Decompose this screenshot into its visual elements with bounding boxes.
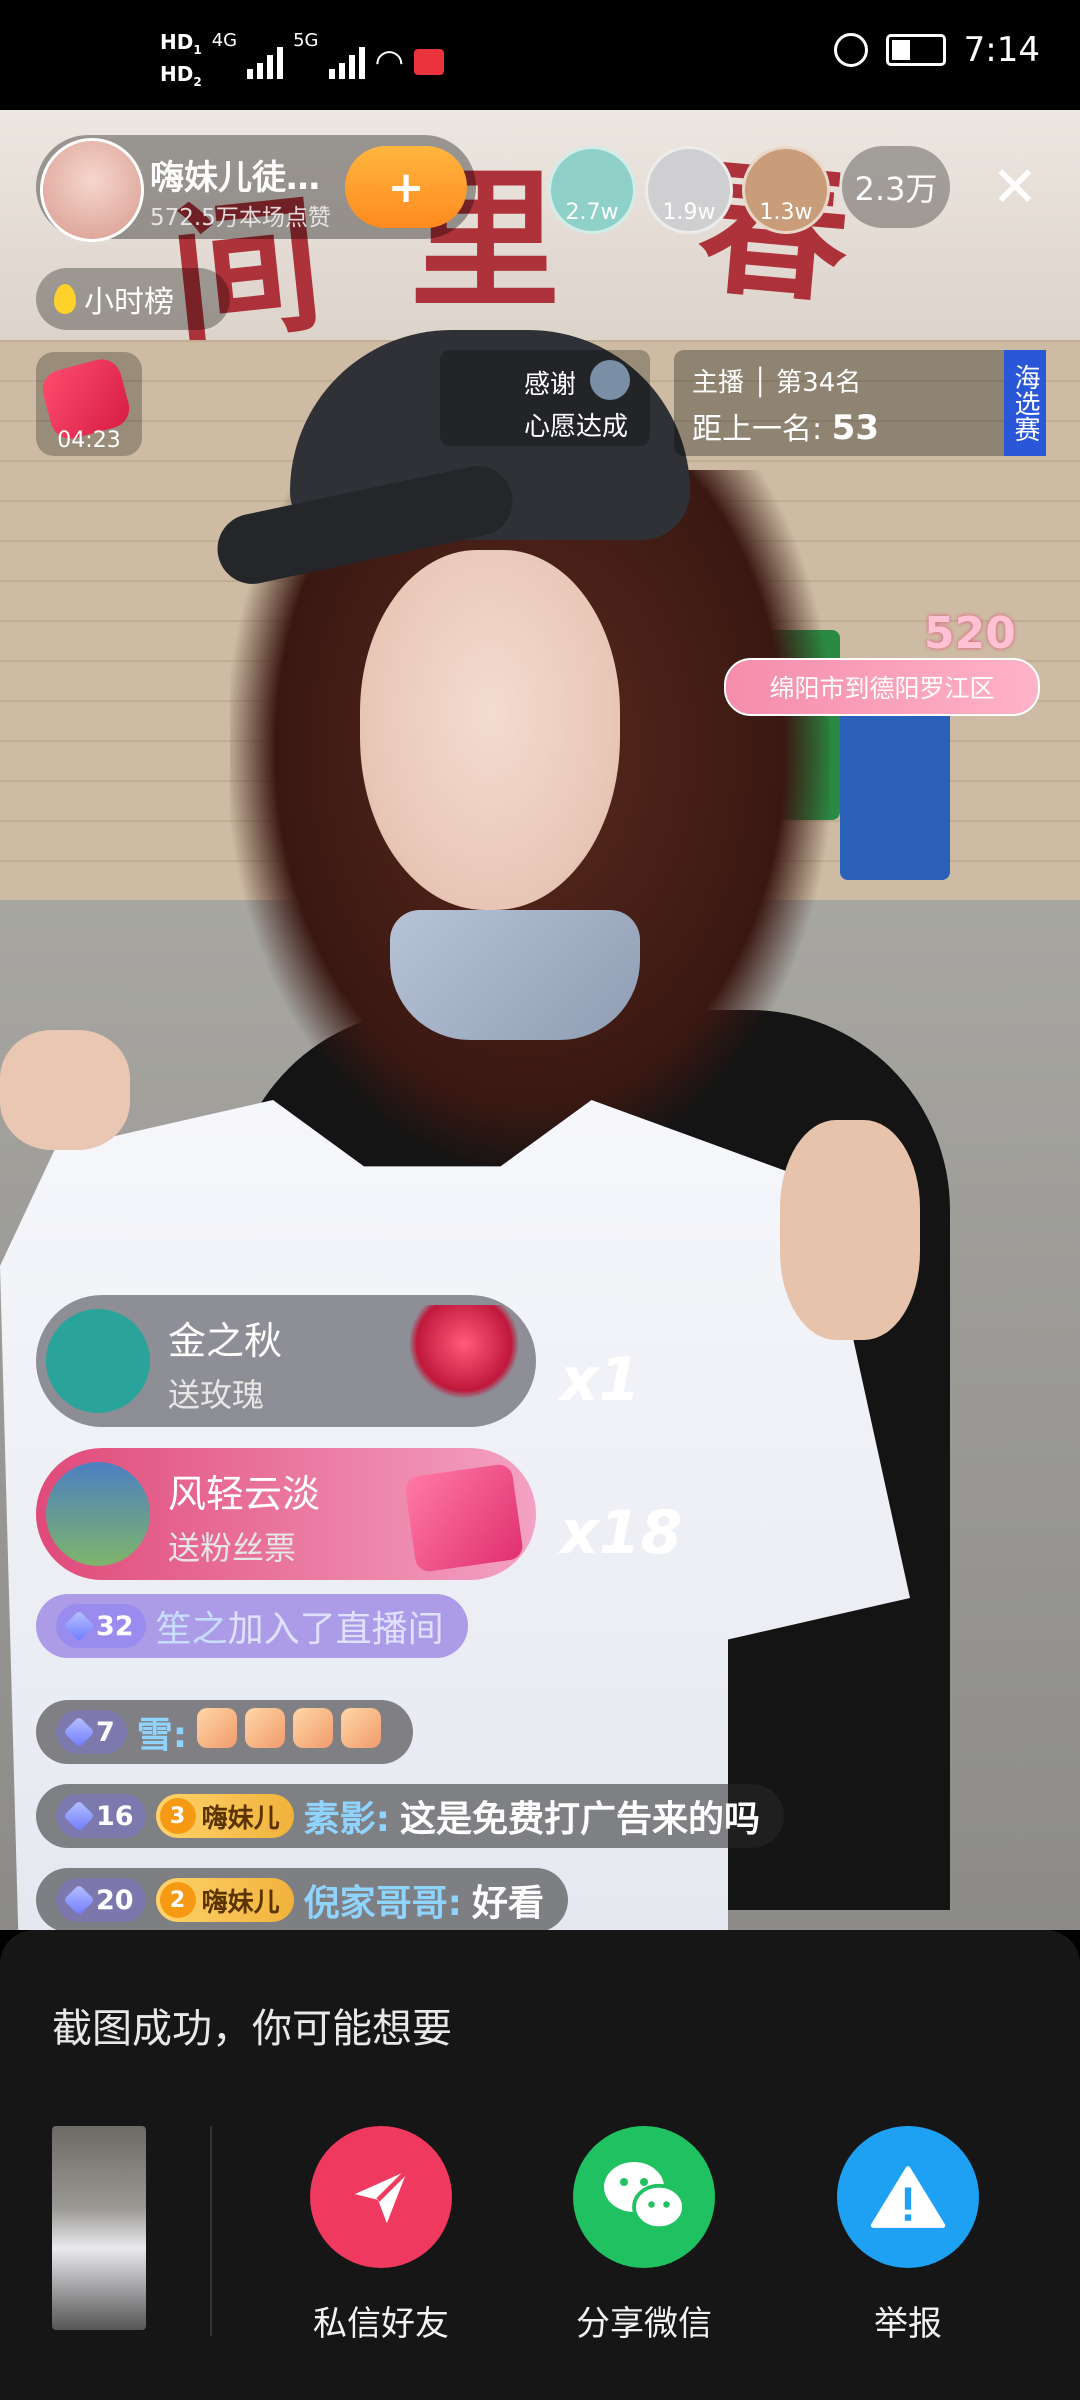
rose-icon: [410, 1305, 518, 1401]
rank-gap: 距上一名: 53: [692, 408, 879, 448]
close-icon[interactable]: ✕: [985, 158, 1045, 218]
heart-plus-icon: +: [387, 161, 425, 213]
person-face: [360, 550, 620, 910]
network-5g-label: 5G: [293, 30, 319, 51]
left-hand: [0, 1030, 130, 1150]
location-tag[interactable]: 绵阳市到德阳罗江区: [724, 658, 1040, 716]
user-level-badge: 7: [56, 1710, 127, 1754]
screenshot-thumbnail[interactable]: [52, 2126, 146, 2330]
fan-club-badge: 3 嗨妹儿: [155, 1794, 294, 1838]
share-wechat-label: 分享微信: [576, 2304, 712, 2344]
gem-icon: [63, 1716, 95, 1748]
status-left: HD1 HD2 4G 5G ◠: [160, 30, 445, 94]
dual-sim-indicator: HD1 HD2: [160, 30, 202, 89]
comment-row: 20 2 嗨妹儿 倪家哥哥: 好看: [36, 1868, 569, 1932]
network-4g-label: 4G: [211, 30, 238, 51]
gift-action: 送粉丝票: [168, 1529, 297, 1567]
alarm-icon: [833, 33, 868, 67]
gift-sender-avatar[interactable]: [46, 1309, 150, 1413]
status-right: 7:14: [833, 30, 1040, 70]
location-number: 520: [924, 608, 1016, 659]
user-level-badge: 32: [56, 1604, 146, 1648]
sheet-divider: [210, 2126, 212, 2336]
gift-action: 送玫瑰: [168, 1376, 265, 1414]
user-level-badge: 20: [56, 1878, 146, 1922]
rank-position: 主播 │ 第34名: [692, 368, 862, 398]
wifi-icon: ◠: [374, 42, 405, 82]
dm-friend-label: 私信好友: [313, 2304, 449, 2344]
report-button[interactable]: [837, 2126, 979, 2268]
status-time: 7:14: [963, 30, 1040, 70]
audition-badge[interactable]: 海选赛: [1004, 350, 1046, 456]
comment-user[interactable]: 倪家哥哥:: [304, 1874, 462, 1926]
timer-text: 04:23: [57, 428, 121, 453]
anchor-avatar[interactable]: [40, 138, 144, 242]
viewer-count-button[interactable]: 2.3万: [842, 146, 950, 228]
gem-icon: [63, 1610, 95, 1642]
battery-icon: [885, 34, 946, 66]
wish-status: 心愿达成: [524, 412, 629, 442]
join-user[interactable]: 笙之: [156, 1600, 228, 1652]
top-viewer-1-badge: 2.7w: [565, 200, 619, 225]
comment-text: 好看: [472, 1883, 545, 1924]
wechat-icon: [604, 2162, 686, 2231]
gift-count: x1: [560, 1345, 641, 1415]
join-message: 32 笙之 加入了直播间: [36, 1594, 468, 1658]
anchor-likes: 572.5万本场点赞: [150, 205, 331, 231]
signal-icon: [247, 45, 284, 79]
comment-user[interactable]: 雪:: [137, 1706, 187, 1758]
thumbs-up-icon: [197, 1707, 389, 1757]
user-level-badge: 16: [56, 1794, 146, 1838]
top-viewer-3-badge: 1.3w: [759, 200, 813, 225]
gem-icon: [63, 1800, 95, 1832]
gem-icon: [63, 1884, 95, 1916]
gift-count: x18: [560, 1498, 683, 1568]
hour-rank-label: 小时榜: [84, 285, 174, 320]
comment-row: 16 3 嗨妹儿 素影: 这是免费打广告来的吗: [36, 1784, 785, 1848]
right-hand: [780, 1120, 920, 1340]
comment-text: 这是免费打广告来的吗: [400, 1799, 761, 1840]
fans-ticket-icon: [403, 1462, 525, 1574]
book-icon: [414, 49, 445, 75]
join-text: 加入了直播间: [227, 1609, 444, 1650]
gift-sender-name: 风轻云淡: [168, 1472, 321, 1516]
gift-sender-name: 金之秋: [168, 1319, 283, 1363]
flame-icon: [54, 284, 76, 314]
comment-row: 7 雪:: [36, 1700, 414, 1764]
share-wechat-button[interactable]: [573, 2126, 715, 2268]
dm-friend-button[interactable]: [310, 2126, 452, 2268]
signal-icon: [328, 45, 365, 79]
gift-sender-avatar[interactable]: [46, 1462, 150, 1566]
report-label: 举报: [874, 2304, 942, 2344]
sheet-title: 截图成功，你可能想要: [52, 2006, 452, 2052]
person-scarf: [390, 910, 640, 1040]
hour-rank-button[interactable]: 小时榜: [36, 268, 230, 330]
top-viewer-2-badge: 1.9w: [662, 200, 716, 225]
anchor-name: 嗨妹儿徒...: [150, 158, 320, 198]
wish-avatar: [590, 360, 630, 400]
wish-thanks: 感谢: [524, 370, 577, 400]
follow-button[interactable]: +: [345, 146, 467, 228]
paper-plane-icon: [354, 2169, 409, 2224]
comment-user[interactable]: 素影:: [304, 1790, 390, 1842]
warning-icon: [870, 2166, 946, 2228]
fan-club-badge: 2 嗨妹儿: [155, 1878, 294, 1922]
